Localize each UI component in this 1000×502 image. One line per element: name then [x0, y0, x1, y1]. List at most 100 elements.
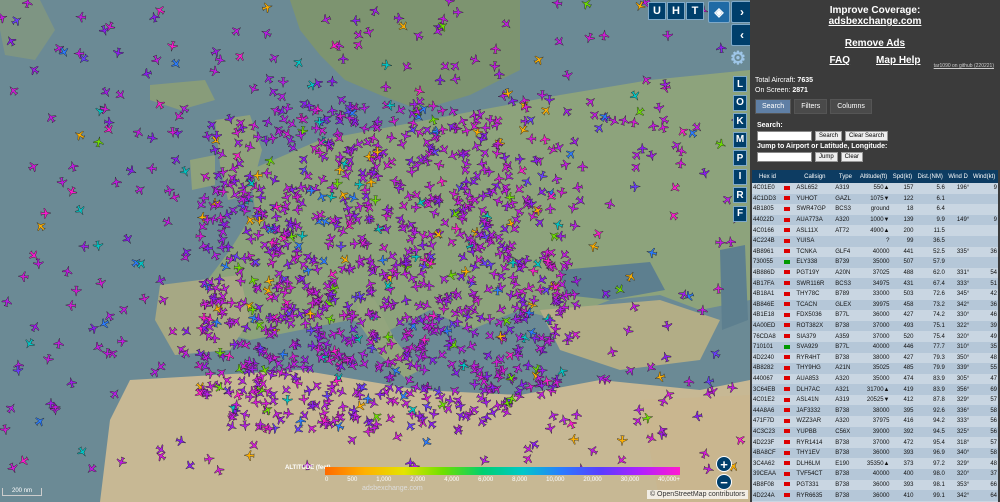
aircraft-icon[interactable] [108, 387, 122, 401]
aircraft-icon[interactable] [115, 456, 128, 469]
aircraft-icon[interactable] [539, 133, 551, 145]
aircraft-icon[interactable] [229, 339, 241, 350]
table-row[interactable]: 4D223F RYR1414 B738 37000 472 95.4 318° 57 [752, 437, 998, 448]
aircraft-icon[interactable] [236, 374, 250, 388]
aircraft-icon[interactable] [397, 199, 411, 213]
map-button-t[interactable]: T [686, 2, 704, 20]
aircraft-icon[interactable] [175, 435, 188, 448]
aircraft-icon[interactable] [550, 172, 563, 185]
aircraft-icon[interactable] [247, 83, 260, 96]
column-header[interactable]: Dist.(NM) [914, 170, 946, 183]
aircraft-icon[interactable] [697, 304, 708, 316]
aircraft-icon[interactable] [574, 194, 588, 208]
aircraft-icon[interactable] [267, 133, 279, 144]
aircraft-icon[interactable] [88, 322, 101, 335]
aircraft-icon[interactable] [539, 103, 553, 117]
aircraft-icon[interactable] [374, 389, 386, 400]
aircraft-icon[interactable] [381, 59, 393, 71]
aircraft-icon[interactable] [456, 114, 469, 127]
aircraft-icon[interactable] [349, 238, 361, 249]
aircraft-icon[interactable] [211, 130, 222, 142]
aircraft-icon[interactable] [205, 368, 216, 379]
aircraft-icon[interactable] [352, 37, 366, 51]
aircraft-icon[interactable] [292, 55, 306, 69]
aircraft-icon[interactable] [402, 374, 416, 388]
aircraft-icon[interactable] [10, 14, 24, 28]
aircraft-icon[interactable] [0, 11, 9, 24]
aircraft-icon[interactable] [546, 409, 559, 422]
aircraft-icon[interactable] [536, 170, 549, 183]
aircraft-icon[interactable] [660, 350, 673, 363]
table-row[interactable]: 4C3C23 YUPBB C56X 39000 392 94.5 325° 56 [752, 426, 998, 438]
aircraft-icon[interactable] [138, 293, 150, 305]
aircraft-icon[interactable] [544, 423, 556, 435]
aircraft-icon[interactable] [247, 439, 261, 453]
aircraft-icon[interactable] [569, 298, 582, 311]
aircraft-icon[interactable] [484, 314, 495, 325]
aircraft-icon[interactable] [337, 400, 349, 412]
aircraft-icon[interactable] [715, 237, 726, 248]
aircraft-icon[interactable] [33, 258, 44, 270]
table-row[interactable]: 4B8F08 PGT331 B738 36000 393 98.1 353° 66 [752, 479, 998, 491]
map-help-link[interactable]: Map Help [876, 55, 920, 66]
aircraft-icon[interactable] [400, 60, 414, 74]
aircraft-icon[interactable] [255, 192, 266, 203]
aircraft-icon[interactable] [613, 283, 627, 297]
aircraft-icon[interactable] [457, 251, 471, 265]
search-button[interactable]: Search [815, 131, 843, 141]
table-row[interactable]: 76CDA8 SIA379 A359 37000 520 75.4 320° 49 [752, 331, 998, 342]
aircraft-icon[interactable] [415, 267, 428, 280]
aircraft-icon[interactable] [277, 349, 288, 360]
column-header[interactable]: Type [834, 170, 857, 183]
aircraft-icon[interactable] [268, 51, 282, 65]
aircraft-icon[interactable] [112, 47, 124, 59]
aircraft-icon[interactable] [166, 40, 178, 52]
gear-icon[interactable]: ⚙ [727, 47, 749, 69]
table-row[interactable]: 44A8A6 JAF3332 B738 38000 395 92.6 336° 58 [752, 405, 998, 417]
column-header[interactable]: Spd(kt) [890, 170, 915, 183]
side-button-r[interactable]: R [733, 187, 747, 203]
aircraft-icon[interactable] [586, 444, 599, 457]
aircraft-icon[interactable] [445, 269, 458, 282]
aircraft-icon[interactable] [338, 53, 349, 64]
aircraft-icon[interactable] [426, 239, 439, 252]
table-row[interactable]: 4C1DD3 YUHOT GAZL 1075▼ 122 6.1 [752, 193, 998, 205]
aircraft-icon[interactable] [436, 272, 450, 286]
aircraft-icon[interactable] [451, 288, 465, 302]
aircraft-icon[interactable] [645, 432, 658, 445]
aircraft-icon[interactable] [727, 382, 738, 393]
aircraft-icon[interactable] [420, 400, 433, 413]
aircraft-icon[interactable] [628, 89, 642, 103]
aircraft-icon[interactable] [99, 86, 113, 100]
aircraft-icon[interactable] [252, 300, 266, 314]
aircraft-icon[interactable] [102, 348, 113, 359]
aircraft-icon[interactable] [366, 168, 378, 180]
aircraft-icon[interactable] [715, 138, 728, 151]
aircraft-icon[interactable] [464, 340, 477, 353]
aircraft-icon[interactable] [433, 159, 445, 171]
aircraft-icon[interactable] [419, 436, 433, 450]
faq-link[interactable]: FAQ [829, 55, 850, 66]
aircraft-icon[interactable] [555, 269, 568, 281]
table-row[interactable]: 4B17FA SWR116R BCS3 34975 431 67.4 333° 51 [752, 278, 998, 289]
aircraft-icon[interactable] [384, 100, 396, 111]
aircraft-icon[interactable] [657, 113, 671, 127]
aircraft-icon[interactable] [121, 232, 135, 246]
aircraft-icon[interactable] [259, 27, 272, 40]
aircraft-icon[interactable] [218, 186, 229, 197]
aircraft-icon[interactable] [698, 447, 711, 460]
table-row[interactable]: 710101 SVA929 B77L 40000 446 77.7 310° 35 [752, 341, 998, 353]
aircraft-icon[interactable] [165, 325, 179, 339]
table-row[interactable]: 4D224A RYR6635 B738 36000 410 99.1 342° 64 [752, 490, 998, 501]
aircraft-icon[interactable] [33, 219, 47, 233]
aircraft-icon[interactable] [150, 54, 163, 67]
aircraft-icon[interactable] [510, 278, 522, 290]
aircraft-icon[interactable] [445, 357, 459, 371]
aircraft-icon[interactable] [606, 345, 618, 358]
aircraft-icon[interactable] [248, 119, 260, 131]
aircraft-icon[interactable] [425, 353, 439, 367]
aircraft-icon[interactable] [251, 281, 265, 295]
aircraft-icon[interactable] [23, 337, 37, 351]
aircraft-icon[interactable] [562, 70, 574, 82]
aircraft-icon[interactable] [110, 176, 122, 188]
